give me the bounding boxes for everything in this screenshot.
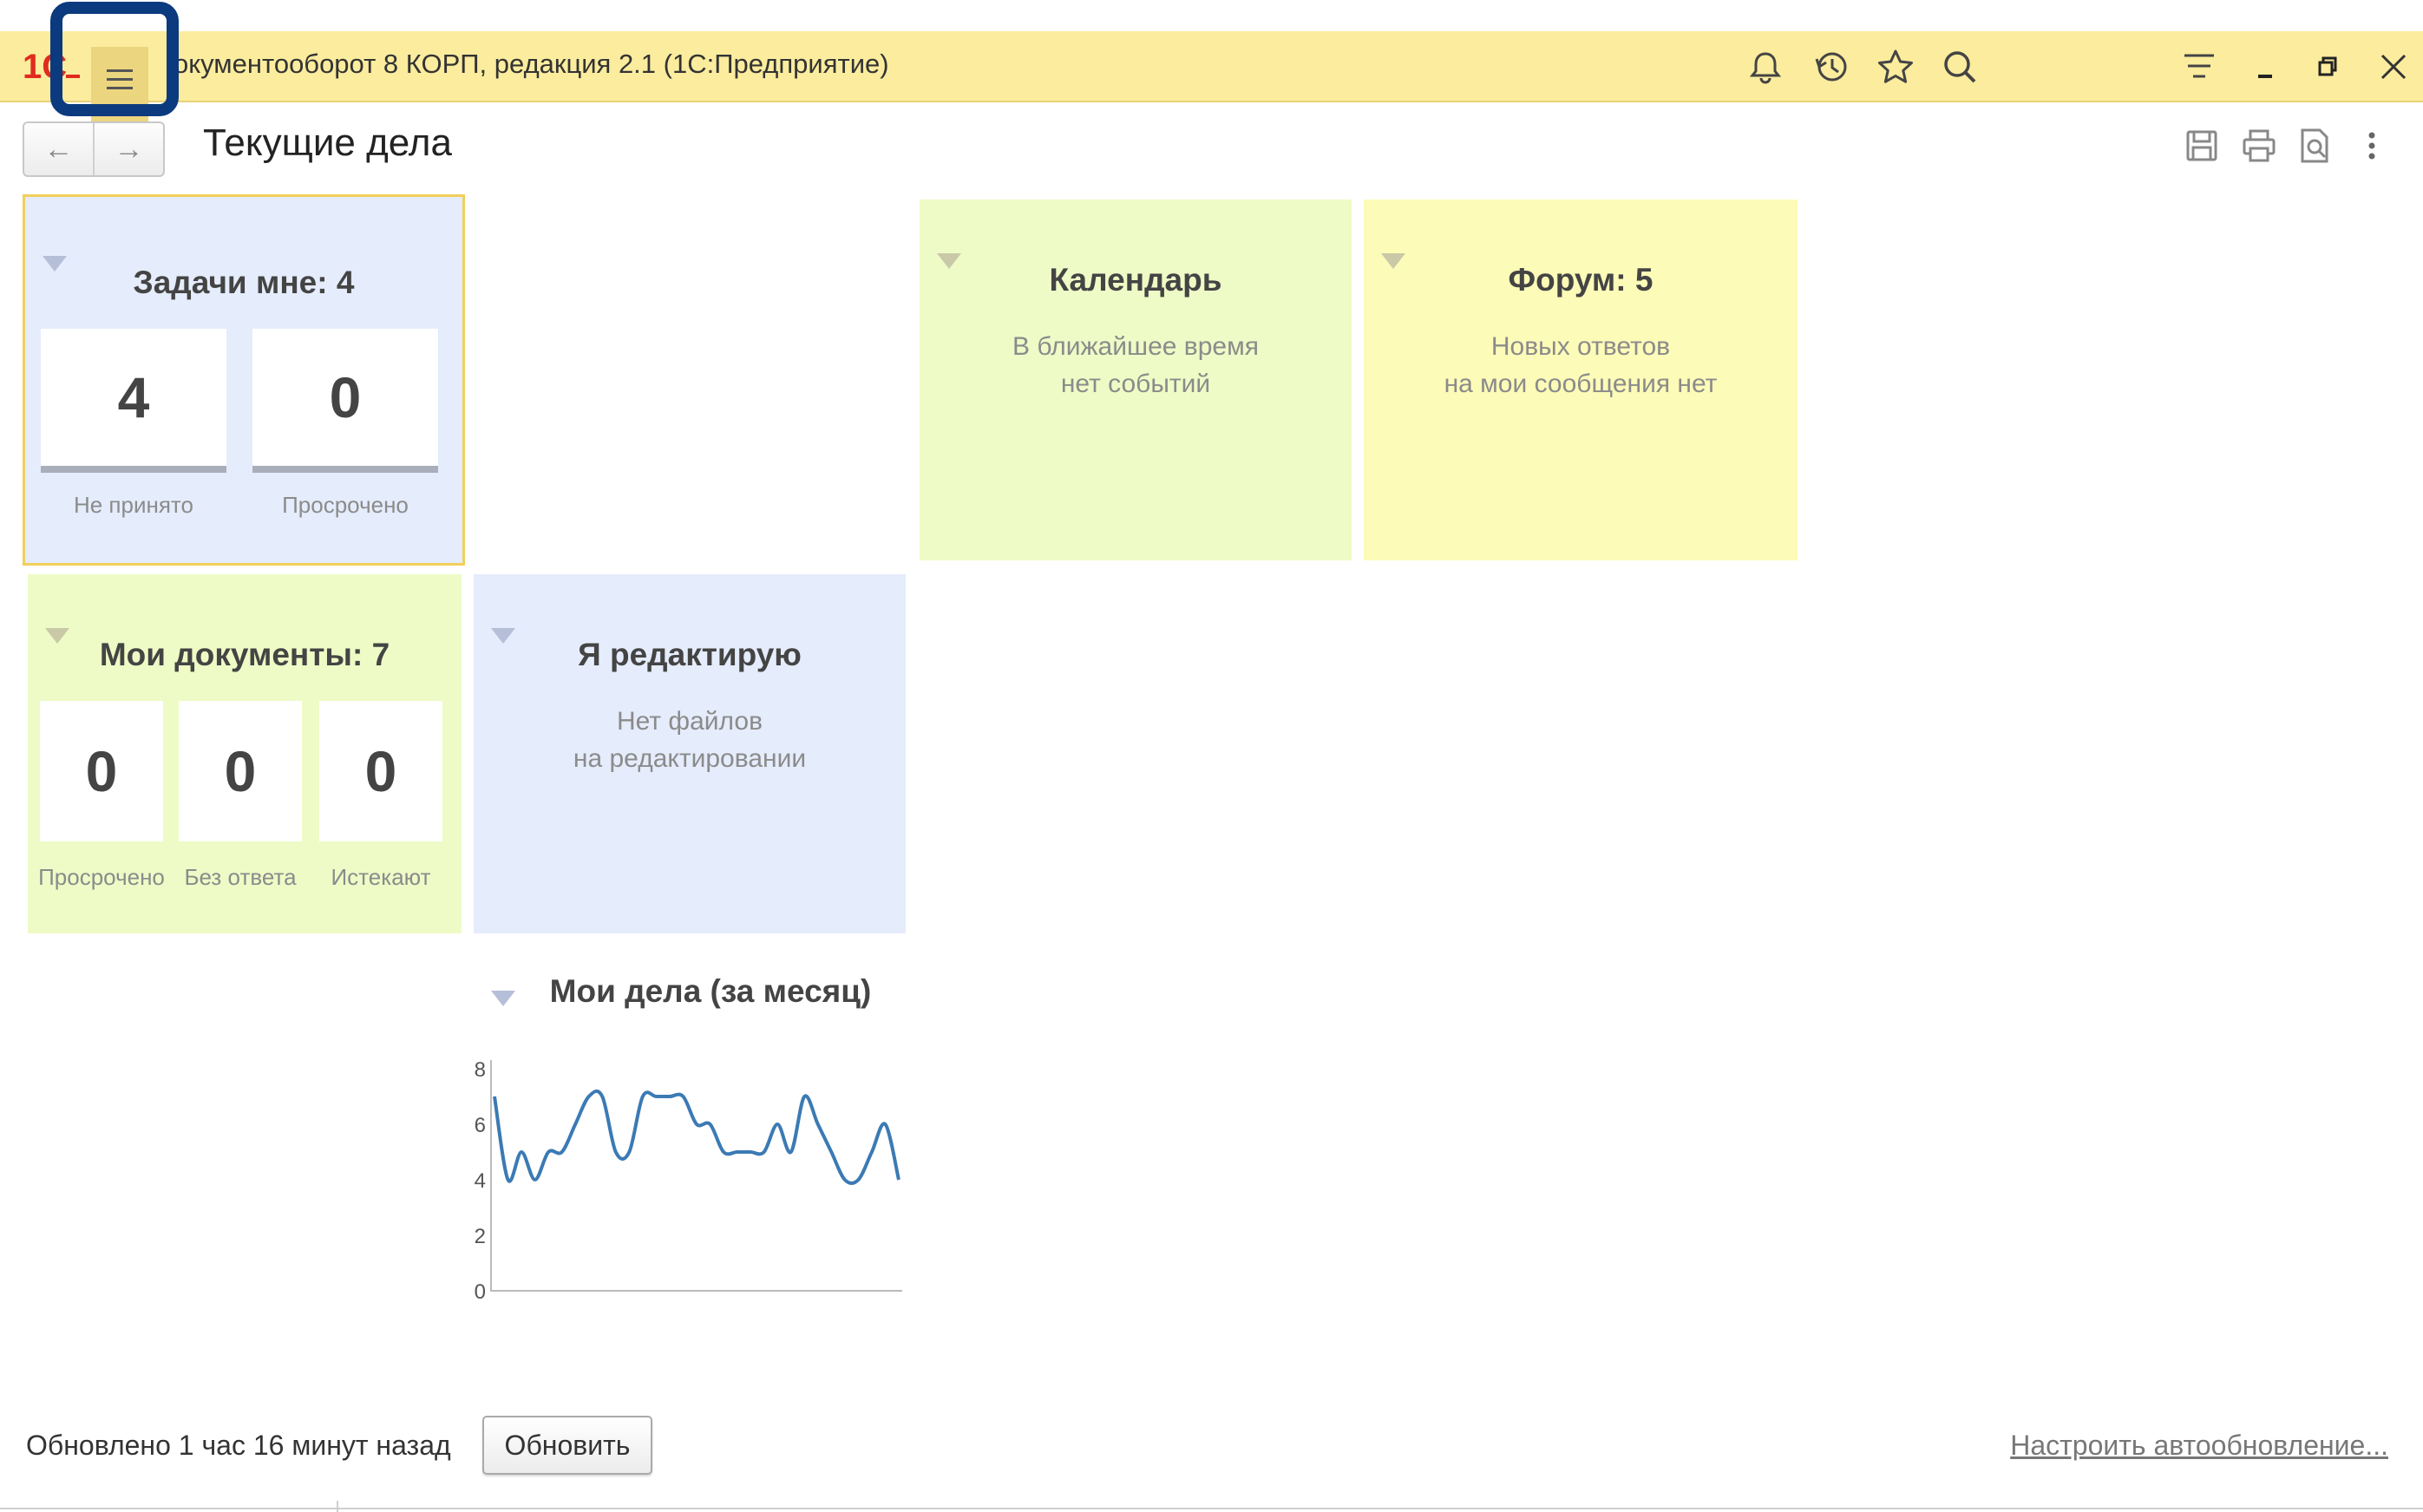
counter-label: Просрочено — [282, 492, 409, 518]
restore-icon[interactable] — [2308, 47, 2348, 87]
counter-label: Истекают — [331, 864, 431, 890]
documents-tile[interactable]: Мои документы: 7 0 0 0 Просрочено Без от… — [28, 574, 462, 933]
title-bar: 1С окументооборот 8 КОРП, редакция 2.1 (… — [0, 31, 2423, 127]
tasks-tile[interactable]: Задачи мне: 4 4 0 Не принято Просрочено — [23, 194, 465, 566]
navigation-buttons: ← → — [23, 121, 165, 177]
search-icon[interactable] — [1940, 47, 1980, 87]
bell-icon[interactable] — [1745, 47, 1785, 87]
preview-icon[interactable] — [2295, 127, 2334, 165]
tile-text: нет событий — [1060, 370, 1211, 398]
tile-title: Форум: 5 — [1508, 262, 1654, 298]
affairs-line-chart: 0 2 4 6 8 — [475, 1058, 902, 1304]
tile-title: Я редактирую — [578, 637, 802, 672]
y-tick-label: 8 — [475, 1058, 486, 1082]
y-tick-label: 4 — [475, 1169, 486, 1193]
tile-text: Новых ответов — [1490, 332, 1671, 361]
y-tick-label: 0 — [475, 1280, 486, 1304]
counter-expiring[interactable]: 0 — [319, 701, 442, 841]
forward-button[interactable]: → — [93, 123, 163, 175]
minimize-icon[interactable] — [2245, 47, 2285, 87]
close-icon[interactable] — [2374, 47, 2413, 87]
auto-refresh-link[interactable]: Настроить автообновление... — [2010, 1430, 2388, 1462]
counter-label: Без ответа — [184, 864, 297, 890]
app-title: окументооборот 8 КОРП, редакция 2.1 (1С:… — [174, 49, 889, 79]
print-icon[interactable] — [2240, 127, 2278, 165]
tile-text: В ближайшее время — [1012, 332, 1259, 361]
history-icon[interactable] — [1811, 47, 1851, 87]
more-menu-icon[interactable] — [2179, 47, 2219, 87]
editing-tile[interactable]: Я редактирую Нет файлов на редактировани… — [474, 574, 906, 933]
refresh-button[interactable]: Обновить — [482, 1416, 652, 1475]
tile-text: на редактировании — [573, 744, 807, 773]
counter-overdue[interactable]: 0 — [40, 701, 163, 841]
status-divider — [0, 1508, 2423, 1509]
star-icon[interactable] — [1876, 47, 1915, 87]
counter-no-answer[interactable]: 0 — [179, 701, 302, 841]
counter-overdue[interactable]: 0 — [252, 329, 438, 473]
series-line — [493, 1089, 900, 1185]
forum-tile[interactable]: Форум: 5 Новых ответов на мои сообщения … — [1364, 200, 1798, 560]
tile-title: Задачи мне: 4 — [133, 265, 355, 300]
status-divider-tick — [337, 1501, 338, 1512]
back-button[interactable]: ← — [24, 123, 93, 175]
more-vertical-icon[interactable] — [2353, 127, 2391, 165]
counter-label: Просрочено — [38, 864, 165, 890]
y-tick-label: 6 — [475, 1114, 486, 1137]
tile-text: Нет файлов — [616, 707, 763, 736]
last-updated-text: Обновлено 1 час 16 минут назад — [26, 1430, 451, 1461]
y-tick-label: 2 — [475, 1225, 486, 1248]
counter-not-accepted[interactable]: 4 — [41, 329, 226, 473]
menu-button-highlight — [50, 2, 179, 116]
tile-title: Мои документы: 7 — [99, 637, 390, 672]
calendar-tile[interactable]: Календарь В ближайшее время нет событий — [920, 200, 1352, 560]
save-icon[interactable] — [2183, 127, 2221, 165]
page-title: Текущие дела — [203, 121, 452, 164]
tile-title: Календарь — [1049, 262, 1222, 298]
counter-label: Не принято — [73, 492, 194, 518]
chart-title: Мои дела (за месяц) — [549, 973, 872, 1009]
tile-text: на мои сообщения нет — [1444, 370, 1718, 398]
